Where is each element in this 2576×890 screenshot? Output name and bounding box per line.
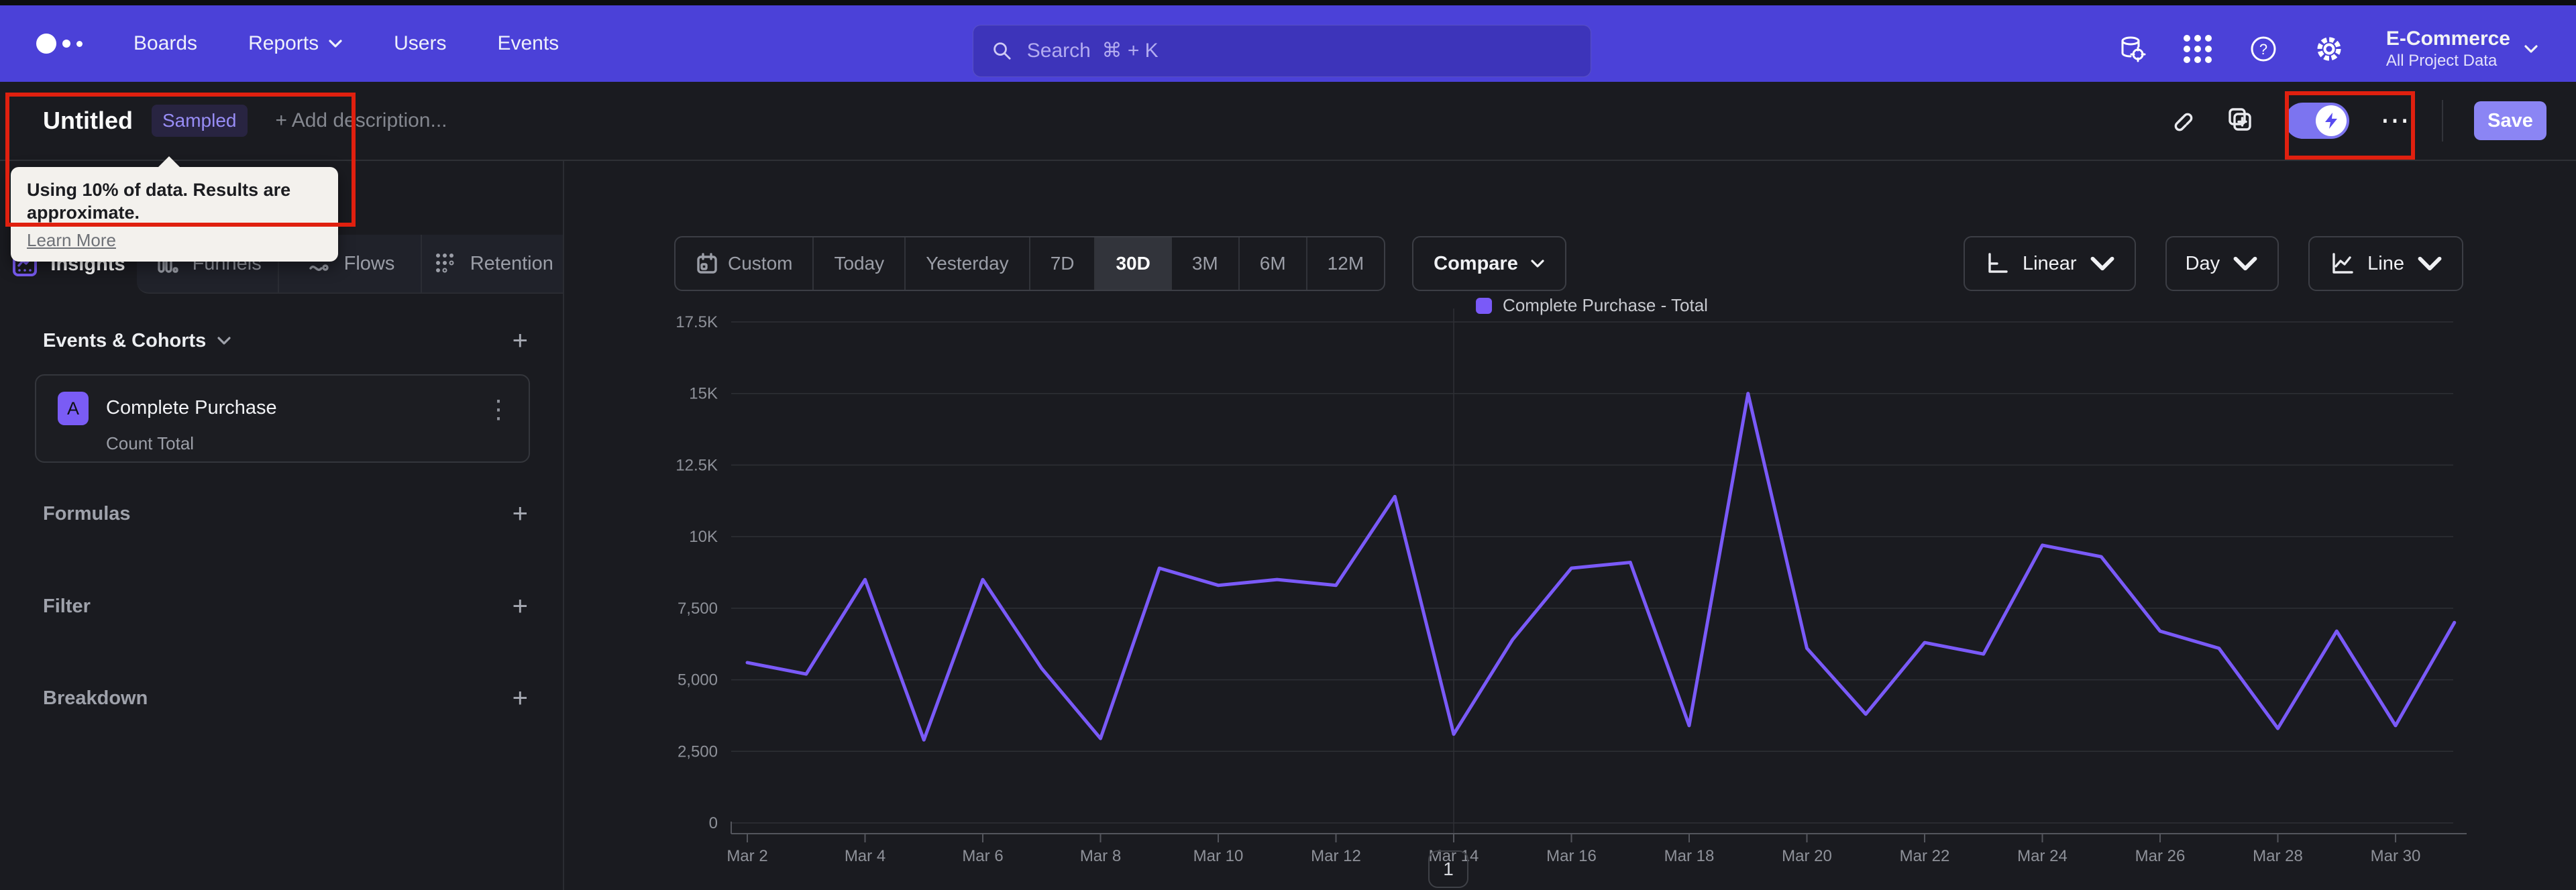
formulas-label: Formulas	[43, 502, 131, 524]
svg-text:Mar 26: Mar 26	[2135, 847, 2186, 865]
svg-text:Mar 22: Mar 22	[1900, 847, 1950, 865]
range-custom[interactable]: Custom	[676, 237, 814, 290]
search-input[interactable]	[1026, 40, 1573, 62]
svg-text:17.5K: 17.5K	[676, 313, 718, 331]
breakdown-label: Breakdown	[43, 687, 148, 709]
chevron-down-icon	[217, 337, 231, 345]
add-formula-button[interactable]: +	[513, 500, 528, 527]
nav-item-boards[interactable]: Boards	[133, 32, 197, 55]
linear-axis-icon	[1988, 253, 2008, 273]
add-to-board-icon[interactable]	[2226, 105, 2254, 137]
svg-text:15K: 15K	[689, 385, 718, 403]
sampling-tooltip: Using 10% of data. Results are approxima…	[11, 156, 338, 262]
svg-text:7,500: 7,500	[678, 600, 718, 618]
sampled-badge[interactable]: Sampled	[151, 105, 248, 137]
project-scope: All Project Data	[2385, 52, 2498, 70]
window-top-strip	[0, 0, 2576, 5]
svg-text:Mar 28: Mar 28	[2253, 847, 2303, 865]
svg-text:Mar 18: Mar 18	[1664, 847, 1715, 865]
svg-text:Mar 2: Mar 2	[727, 847, 767, 865]
event-card[interactable]: A Complete Purchase ⋮ Count Total	[35, 374, 530, 463]
events-cohorts-heading[interactable]: Events & Cohorts	[43, 330, 231, 352]
search-icon	[994, 42, 1011, 60]
project-name: E-Commerce	[2385, 27, 2510, 50]
svg-text:Mar 30: Mar 30	[2371, 847, 2421, 865]
event-name[interactable]: Complete Purchase	[106, 397, 277, 419]
date-range-segmented-control: Custom Today Yesterday 7D 30D 3M 6M 12M	[674, 236, 1386, 291]
range-3m[interactable]: 3M	[1172, 237, 1240, 290]
range-6m[interactable]: 6M	[1240, 237, 1307, 290]
search-bar[interactable]	[973, 25, 1591, 77]
svg-text:0: 0	[709, 814, 718, 832]
divider	[2442, 100, 2443, 142]
calendar-icon	[697, 253, 717, 274]
filter-label: Filter	[43, 595, 91, 617]
event-metric[interactable]: Count Total	[106, 433, 194, 454]
sampling-toggle[interactable]	[2285, 103, 2349, 139]
lightning-bolt-icon	[2316, 105, 2347, 136]
svg-text:Mar 16: Mar 16	[1546, 847, 1597, 865]
range-30d[interactable]: 30D	[1095, 237, 1172, 290]
add-filter-button[interactable]: +	[513, 593, 528, 620]
svg-text:5,000: 5,000	[678, 671, 718, 689]
range-today[interactable]: Today	[814, 237, 906, 290]
range-12m[interactable]: 12M	[1307, 237, 1384, 290]
chevron-down-icon	[2090, 256, 2114, 271]
nav-item-events[interactable]: Events	[497, 32, 559, 55]
add-event-button[interactable]: +	[513, 327, 528, 354]
range-yesterday[interactable]: Yesterday	[906, 237, 1030, 290]
svg-text:12.5K: 12.5K	[676, 456, 718, 474]
copy-link-icon[interactable]	[2167, 105, 2195, 137]
chevron-down-icon	[329, 40, 342, 48]
svg-text:Mar 4: Mar 4	[845, 847, 885, 865]
chevron-down-icon	[1531, 260, 1544, 268]
retention-icon	[435, 254, 454, 273]
nav-item-users[interactable]: Users	[394, 32, 446, 55]
report-title[interactable]: Untitled	[43, 107, 133, 135]
line-chart[interactable]: 0 2,500 5,000 7,500 10K 12.5K 15K 17.5K Mar 2 Mar…	[564, 295, 2576, 890]
apps-grid-icon[interactable]	[2182, 34, 2213, 64]
svg-text:Mar 8: Mar 8	[1080, 847, 1121, 865]
svg-text:Mar 12: Mar 12	[1311, 847, 1361, 865]
learn-more-link[interactable]: Learn More	[27, 230, 116, 251]
date-range-controls: Custom Today Yesterday 7D 30D 3M 6M 12M …	[674, 236, 1566, 291]
range-7d[interactable]: 7D	[1030, 237, 1096, 290]
axis-scale-dropdown[interactable]: Linear	[1963, 236, 2136, 291]
add-description-button[interactable]: + Add description...	[276, 109, 447, 132]
line-chart-icon	[2332, 253, 2353, 274]
svg-text:Mar 10: Mar 10	[1193, 847, 1244, 865]
compare-button[interactable]: Compare	[1412, 236, 1566, 291]
svg-text:Mar 6: Mar 6	[962, 847, 1003, 865]
svg-text:10K: 10K	[689, 528, 718, 546]
chart-type-dropdown[interactable]: Line	[2308, 236, 2463, 291]
event-menu-button[interactable]: ⋮	[486, 394, 511, 425]
top-navbar: Boards Reports Users Events ?	[0, 5, 2576, 82]
settings-gear-icon[interactable]	[2314, 34, 2345, 64]
chart-view-controls: Linear Day Line	[1963, 236, 2463, 291]
add-breakdown-button[interactable]: +	[513, 685, 528, 712]
tab-retention[interactable]: Retention	[420, 235, 563, 292]
help-icon[interactable]: ?	[2248, 34, 2279, 64]
project-switcher[interactable]: E-Commerce All Project Data	[2386, 27, 2538, 70]
save-button[interactable]: Save	[2474, 101, 2546, 140]
nav-item-reports[interactable]: Reports	[248, 32, 343, 55]
chevron-down-icon	[2418, 256, 2442, 271]
more-options-button[interactable]: ⋯	[2380, 106, 2411, 135]
chart-panel: Custom Today Yesterday 7D 30D 3M 6M 12M …	[564, 161, 2576, 890]
svg-text:?: ?	[2259, 41, 2267, 58]
svg-text:Mar 20: Mar 20	[1782, 847, 1832, 865]
mixpanel-logo-icon[interactable]	[36, 34, 83, 54]
svg-text:2,500: 2,500	[678, 742, 718, 761]
event-letter-badge: A	[58, 392, 89, 425]
granularity-dropdown[interactable]: Day	[2165, 236, 2279, 291]
chevron-down-icon	[2233, 256, 2257, 271]
pagination-page-1[interactable]: 1	[1428, 850, 1468, 888]
tooltip-text: Using 10% of data. Results are approxima…	[27, 180, 291, 223]
data-management-icon[interactable]	[2116, 34, 2147, 64]
svg-text:Mar 24: Mar 24	[2017, 847, 2068, 865]
query-sidebar: Insights Funnels Flows Retention Events …	[0, 161, 564, 890]
chevron-down-icon	[2524, 45, 2538, 53]
